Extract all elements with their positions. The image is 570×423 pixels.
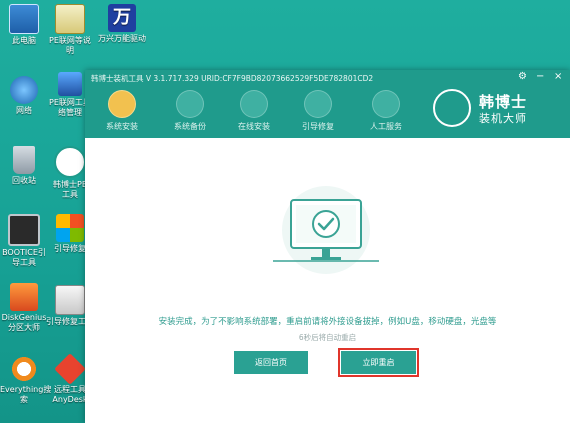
hanboshi-icon: [54, 146, 86, 178]
desktop-icon-diskgenius[interactable]: DiskGenius 分区大师: [0, 283, 48, 333]
tab-online-install[interactable]: 在线安装: [226, 90, 282, 132]
countdown-text: 6秒后将自动重启: [298, 333, 357, 342]
network-icon: [10, 76, 38, 104]
network-manager-icon: [58, 72, 82, 96]
desktop-icon-bootice[interactable]: BOOTICE引 导工具: [0, 214, 48, 268]
window-header: 韩博士装机工具 V 3.1.717.329 URID:CF7F9BD820736…: [85, 70, 570, 138]
close-icon[interactable]: ×: [554, 72, 562, 82]
wan-driver-icon: 万: [108, 4, 136, 32]
window-title: 韩博士装机工具 V 3.1.717.329 URID:CF7F9BD820736…: [91, 74, 374, 83]
tab-boot-repair[interactable]: 引导修复: [290, 90, 346, 132]
tab-system-backup[interactable]: 系统备份: [162, 90, 218, 132]
install-complete-message: 安装完成，为了不影响系统部署，重启前请将外接设备拔掉，例如U盘，移动硬盘，光盘等: [158, 317, 497, 327]
recycle-bin-icon: [13, 146, 35, 174]
backup-icon: [176, 90, 204, 118]
desktop-icon-this-pc[interactable]: 此电脑: [0, 4, 48, 46]
everything-icon: [10, 355, 38, 383]
boot-repair-tool-icon: [55, 285, 85, 315]
anydesk-icon: [54, 353, 86, 385]
monitor-check-icon: [273, 186, 379, 274]
desktop-icon-pe-doc[interactable]: PE联网等说明: [46, 4, 94, 56]
desktop-icon-recycle-bin[interactable]: 回收站: [0, 146, 48, 186]
repair-icon: [304, 90, 332, 118]
boot-repair-icon: [56, 214, 84, 242]
minimize-icon[interactable]: −: [536, 72, 544, 82]
hanboshi-logo-icon: [433, 89, 471, 127]
computer-icon: [9, 4, 39, 34]
desktop-icon-everything[interactable]: Everything搜 索: [0, 355, 51, 405]
desktop-icon-wan-driver[interactable]: 万 万兴万能驱动: [98, 4, 146, 44]
gear-icon[interactable]: ⚙: [518, 72, 527, 82]
online-install-icon: [240, 90, 268, 118]
pe-doc-icon: [55, 4, 85, 34]
installer-window: 韩博士装机工具 V 3.1.717.329 URID:CF7F9BD820736…: [85, 70, 570, 423]
bootice-icon: [8, 214, 40, 246]
desktop-icon-network[interactable]: 网络: [0, 76, 48, 116]
service-icon: [372, 90, 400, 118]
restart-now-button[interactable]: 立即重启: [338, 348, 419, 377]
diskgenius-icon: [10, 283, 38, 311]
brand-logo: 韩博士 装机大师: [429, 85, 564, 131]
tab-manual-service[interactable]: 人工服务: [358, 90, 414, 132]
back-home-button[interactable]: 返回首页: [234, 351, 308, 374]
tab-system-install[interactable]: 系统安装: [94, 90, 150, 132]
install-icon: [108, 90, 136, 118]
